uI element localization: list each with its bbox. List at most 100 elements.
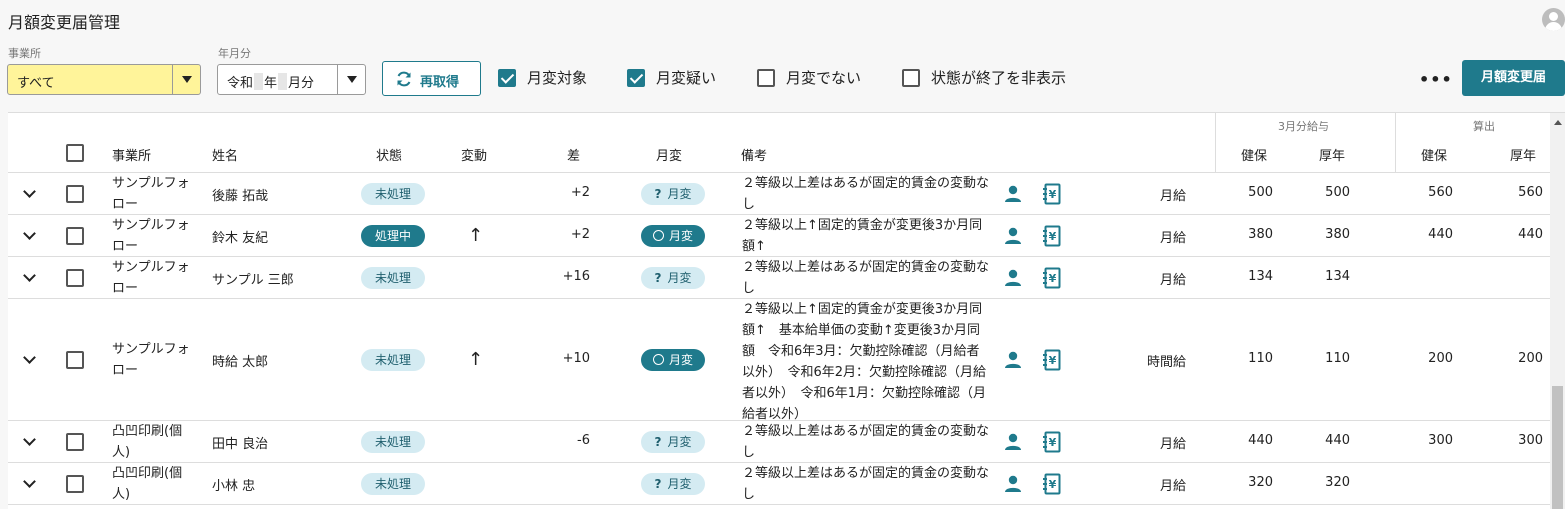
office-filter-label: 事業所 — [8, 47, 41, 60]
getsuhen-badge: ? 月変 — [641, 431, 705, 453]
table-scrollbar[interactable] — [1550, 113, 1565, 509]
office-select-arrow-icon[interactable] — [172, 65, 200, 94]
question-icon: ? — [654, 271, 662, 285]
salary-ledger-icon[interactable]: ¥ — [1042, 267, 1062, 289]
scrollbar-thumb[interactable] — [1552, 386, 1563, 509]
person-icon[interactable] — [1003, 226, 1023, 246]
cell-pay-type: 月給 — [1159, 273, 1186, 288]
expand-row-chevron-icon[interactable] — [23, 351, 36, 364]
row-checkbox[interactable] — [66, 433, 84, 451]
cell-name[interactable]: 後藤 拓哉 — [212, 185, 268, 204]
expand-row-chevron-icon[interactable] — [23, 433, 36, 446]
expand-row-chevron-icon[interactable] — [23, 185, 36, 198]
person-icon[interactable] — [1003, 474, 1023, 494]
row-checkbox[interactable] — [66, 269, 84, 287]
office-select[interactable]: すべて — [7, 64, 201, 95]
checkbox-hide-finished-label[interactable]: 状態が終了を非表示 — [931, 67, 1066, 88]
status-badge: 処理中 — [361, 225, 425, 247]
cell-name[interactable]: 鈴木 友紀 — [212, 227, 268, 246]
checkbox-getsuhen-suspect[interactable] — [627, 69, 645, 87]
checkbox-not-getsuhen[interactable] — [757, 69, 775, 87]
getsuhen-badge: ? 月変 — [641, 267, 705, 289]
table-row[interactable]: 凸凹印刷(個人) 田中 良治 未処理 -6 ? 月変 ２等級以上差はあるが固定的賃… — [8, 421, 1550, 463]
salary-ledger-icon[interactable]: ¥ — [1042, 349, 1062, 371]
cell-pay-type: 月給 — [1159, 437, 1186, 452]
salary-ledger-icon[interactable]: ¥ — [1042, 225, 1062, 247]
cell-name[interactable]: 時給 太郎 — [212, 351, 268, 370]
cell-kenpo: 110 — [1248, 351, 1273, 366]
person-icon[interactable] — [1003, 432, 1023, 452]
svg-text:¥: ¥ — [1049, 230, 1057, 243]
person-icon[interactable] — [1003, 268, 1023, 288]
cell-note: ２等級以上差はあるが固定的賃金の変動なし — [742, 424, 990, 460]
question-icon: ? — [654, 187, 662, 201]
reload-button[interactable]: 再取得 — [382, 61, 481, 96]
checkbox-getsuhen-target-label[interactable]: 月変対象 — [527, 67, 587, 88]
col-office[interactable]: 事業所 — [112, 145, 151, 164]
cell-kounen-calc: 560 — [1518, 185, 1543, 200]
question-icon: ? — [654, 435, 662, 449]
checkbox-getsuhen-target[interactable] — [498, 69, 516, 87]
col-status[interactable]: 状態 — [376, 145, 402, 164]
col-note[interactable]: 備考 — [741, 145, 767, 164]
cell-kounen: 500 — [1325, 185, 1350, 200]
cell-name[interactable]: 田中 良治 — [212, 433, 268, 452]
cell-kenpo: 380 — [1248, 227, 1273, 242]
table-row[interactable]: サンプルフォロー 鈴木 友紀 処理中 ↑ +2 月変 ２等級以上↑固定的賃金が変… — [8, 215, 1550, 257]
col-name[interactable]: 姓名 — [212, 145, 238, 164]
cell-kounen-calc: 200 — [1518, 351, 1543, 366]
change-arrow-icon: ↑ — [468, 349, 484, 370]
person-icon[interactable] — [1003, 350, 1023, 370]
year-month-select[interactable]: 令和年月分 — [217, 64, 366, 95]
table-row[interactable]: サンプルフォロー 時給 太郎 未処理 ↑ +10 月変 ２等級以上↑固定的賃金が… — [8, 299, 1550, 422]
col-kenpo-calc[interactable]: 健保 — [1421, 145, 1447, 164]
table-row[interactable]: サンプルフォロー 後藤 拓哉 未処理 +2 ? 月変 ２等級以上差はあるが固定的賃… — [8, 173, 1550, 215]
status-badge: 未処理 — [361, 183, 425, 205]
user-avatar-icon[interactable] — [1542, 8, 1565, 31]
group-header-calc: 算出 — [1473, 120, 1495, 133]
col-kounen[interactable]: 厚年 — [1319, 145, 1345, 164]
row-checkbox[interactable] — [66, 227, 84, 245]
col-change[interactable]: 変動 — [461, 145, 487, 164]
more-menu-icon[interactable]: ••• — [1419, 70, 1453, 89]
clock-icon — [652, 230, 664, 241]
year-month-select-arrow-icon[interactable] — [337, 65, 365, 94]
cell-name[interactable]: サンプル 三郎 — [212, 269, 294, 288]
select-all-checkbox[interactable] — [66, 144, 84, 162]
cell-pay-type: 時間給 — [1146, 355, 1186, 370]
row-checkbox[interactable] — [66, 475, 84, 493]
table-row[interactable]: 凸凹印刷(個人) 小林 忠 未処理 ? 月変 ２等級以上差はあるが固定的賃金の変動… — [8, 463, 1550, 505]
cell-kounen: 380 — [1325, 227, 1350, 242]
scroll-up-icon[interactable] — [1554, 120, 1562, 125]
cell-kounen-calc: 440 — [1518, 227, 1543, 242]
expand-row-chevron-icon[interactable] — [23, 475, 36, 488]
cell-name[interactable]: 小林 忠 — [212, 475, 255, 494]
cell-kounen: 134 — [1325, 269, 1350, 284]
cell-kounen: 320 — [1325, 475, 1350, 490]
person-icon[interactable] — [1003, 184, 1023, 204]
status-badge: 未処理 — [361, 349, 425, 371]
salary-ledger-icon[interactable]: ¥ — [1042, 431, 1062, 453]
row-checkbox[interactable] — [66, 185, 84, 203]
group-header-wage: 3月分給与 — [1278, 120, 1329, 133]
expand-row-chevron-icon[interactable] — [23, 227, 36, 240]
salary-ledger-icon[interactable]: ¥ — [1042, 473, 1062, 495]
checkbox-getsuhen-suspect-label[interactable]: 月変疑い — [656, 67, 716, 88]
col-getsuhen[interactable]: 月変 — [656, 145, 682, 164]
getsugaku-henko-todoke-button[interactable]: 月額変更届 — [1462, 60, 1565, 96]
getsuhen-badge: 月変 — [641, 349, 705, 371]
change-arrow-icon: ↑ — [468, 225, 484, 246]
expand-row-chevron-icon[interactable] — [23, 269, 36, 282]
col-diff[interactable]: 差 — [567, 145, 580, 164]
col-kenpo[interactable]: 健保 — [1241, 145, 1267, 164]
checkbox-not-getsuhen-label[interactable]: 月変でない — [786, 67, 861, 88]
salary-ledger-icon[interactable]: ¥ — [1042, 183, 1062, 205]
row-checkbox[interactable] — [66, 351, 84, 369]
cell-pay-type: 月給 — [1159, 231, 1186, 246]
ym-filter-label: 年月分 — [218, 47, 251, 60]
cell-kenpo-calc: 200 — [1428, 351, 1453, 366]
checkbox-hide-finished[interactable] — [902, 69, 920, 87]
table-row[interactable]: サンプルフォロー サンプル 三郎 未処理 +16 ? 月変 ２等級以上差はあるが固… — [8, 257, 1550, 299]
col-kounen-calc[interactable]: 厚年 — [1510, 145, 1536, 164]
svg-text:¥: ¥ — [1049, 272, 1057, 285]
